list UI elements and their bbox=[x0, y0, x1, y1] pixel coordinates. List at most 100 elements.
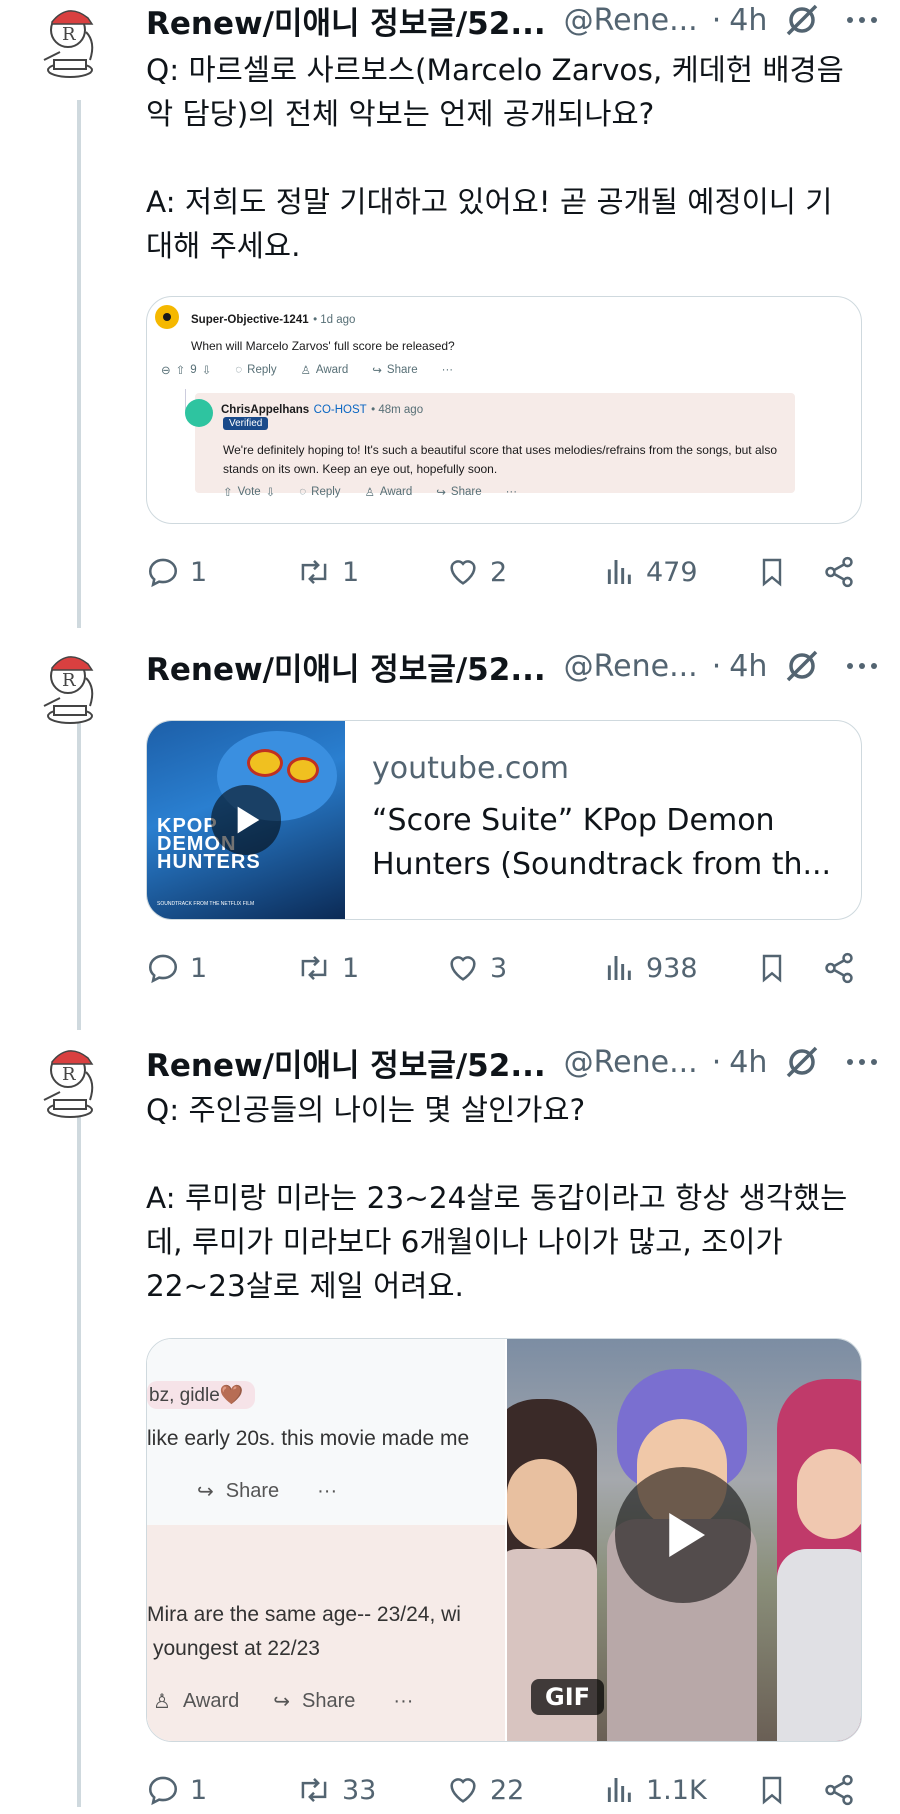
grok-icon[interactable] bbox=[784, 2, 820, 38]
reply-icon bbox=[148, 558, 178, 588]
repost-icon bbox=[301, 956, 327, 980]
views-icon bbox=[607, 1778, 631, 1802]
award-icon: ♙ bbox=[300, 365, 311, 377]
upvote-icon: ⇧ bbox=[223, 487, 233, 499]
link-card[interactable]: KPOP DEMON HUNTERS SOUNDTRACK FROM THE N… bbox=[146, 720, 862, 920]
downvote-icon: ⇩ bbox=[265, 487, 276, 499]
reddit-op-actions: ⊖ ⇧ 9 ⇩ ◌ Reply ♙ Award ↪ Share ··· bbox=[161, 364, 454, 377]
share-label: Share bbox=[225, 1480, 280, 1502]
share-icon: ↪ bbox=[197, 1481, 214, 1503]
reply-icon bbox=[148, 954, 178, 984]
share-icon: ↪ bbox=[372, 365, 382, 377]
comment-text: Mira are the same age-- 23/24, wi bbox=[147, 1603, 461, 1626]
bookmark-icon bbox=[762, 1776, 782, 1805]
media-grid: bz, gidle🤎 like early 20s. this movie ma… bbox=[146, 1338, 862, 1742]
views-icon bbox=[607, 560, 631, 584]
grok-icon[interactable] bbox=[784, 1044, 820, 1080]
play-icon bbox=[237, 806, 260, 834]
repost-button[interactable]: 1 bbox=[296, 548, 359, 596]
comment-text: like early 20s. this movie made me bbox=[147, 1427, 470, 1450]
play-button[interactable] bbox=[211, 785, 281, 855]
reddit-flair: CO-HOST bbox=[313, 404, 367, 416]
reddit-op-time: • 1d ago bbox=[313, 314, 356, 326]
repost-button[interactable]: 1 bbox=[296, 944, 359, 992]
thread-line bbox=[77, 710, 81, 1030]
more-icon[interactable] bbox=[844, 2, 880, 38]
award-label: Award bbox=[182, 1690, 240, 1712]
verified-badge: Verified bbox=[223, 417, 269, 430]
separator: · bbox=[711, 2, 722, 38]
share-icon: ↪ bbox=[273, 1691, 291, 1713]
handle[interactable]: @Rene... bbox=[564, 649, 698, 684]
avatar[interactable]: R bbox=[30, 1042, 116, 1128]
share-icon bbox=[825, 556, 853, 588]
handle[interactable]: @Rene... bbox=[564, 1045, 698, 1080]
share-button[interactable] bbox=[822, 944, 856, 992]
award-icon: ♙ bbox=[153, 1691, 171, 1713]
thread-line bbox=[77, 100, 81, 628]
display-name[interactable]: Renew/미애니 정보글/52... bbox=[146, 644, 546, 689]
collapse-icon: ⊖ bbox=[161, 365, 171, 377]
reddit-avatar bbox=[155, 305, 179, 329]
reddit-screenshot-card[interactable]: Super-Objective-1241 • 1d ago When will … bbox=[146, 296, 862, 524]
svg-text:R: R bbox=[62, 24, 76, 45]
media-image[interactable]: bz, gidle🤎 like early 20s. this movie ma… bbox=[147, 1339, 505, 1741]
views-button[interactable]: 479 bbox=[604, 548, 698, 596]
separator: · bbox=[711, 648, 722, 684]
svg-text:R: R bbox=[62, 670, 76, 691]
timestamp[interactable]: 4h bbox=[729, 649, 767, 684]
tweet-actions: 1 1 2 479 bbox=[146, 548, 860, 596]
tweet-actions: 1 1 3 938 bbox=[146, 944, 860, 992]
svg-text:R: R bbox=[62, 1064, 76, 1085]
heart-icon bbox=[450, 956, 476, 981]
comment-icon: ◌ bbox=[235, 364, 243, 376]
more-icon[interactable] bbox=[844, 648, 880, 684]
downvote-icon: ⇩ bbox=[201, 365, 212, 377]
separator: · bbox=[711, 1044, 722, 1080]
handle[interactable]: @Rene... bbox=[564, 3, 698, 38]
more-icon[interactable] bbox=[844, 1044, 880, 1080]
link-thumbnail: KPOP DEMON HUNTERS SOUNDTRACK FROM THE N… bbox=[147, 721, 345, 919]
upvote-icon: ⇧ bbox=[175, 365, 186, 377]
timestamp[interactable]: 4h bbox=[729, 1045, 767, 1080]
gif-badge: GIF bbox=[531, 1679, 605, 1715]
more-label: ··· bbox=[317, 1480, 338, 1502]
bookmark-icon bbox=[762, 954, 782, 983]
display-name[interactable]: Renew/미애니 정보글/52... bbox=[146, 0, 546, 43]
like-button[interactable]: 3 bbox=[446, 944, 507, 992]
share-icon bbox=[825, 1774, 853, 1806]
play-icon bbox=[669, 1513, 705, 1557]
thumb-caption: SOUNDTRACK FROM THE NETFLIX FILM bbox=[157, 901, 255, 907]
play-button[interactable] bbox=[615, 1467, 751, 1603]
views-icon bbox=[607, 956, 631, 980]
avatar[interactable]: R bbox=[30, 2, 116, 88]
like-button[interactable]: 2 bbox=[446, 548, 507, 596]
share-label: Share bbox=[302, 1690, 356, 1712]
avatar[interactable]: R bbox=[30, 648, 116, 734]
tweet-text: Q: 마르셀로 사르보스(Marcelo Zarvos, 케데헌 배경음 악 담… bbox=[146, 53, 844, 263]
link-title: “Score Suite” KPop Demon Hunters (Soundt… bbox=[372, 803, 832, 882]
display-name[interactable]: Renew/미애니 정보글/52... bbox=[146, 1040, 546, 1085]
reply-icon bbox=[148, 1776, 178, 1806]
comment-icon: ◌ bbox=[299, 486, 307, 498]
tweet-text: Q: 주인공들의 나이는 몇 살인가요? A: 루미랑 미라는 23~24살로 … bbox=[146, 1093, 848, 1303]
thread-line bbox=[77, 1105, 81, 1807]
comment-text: youngest at 22/23 bbox=[153, 1637, 320, 1660]
reply-button[interactable]: 1 bbox=[146, 944, 207, 992]
reply-button[interactable]: 1 bbox=[146, 548, 207, 596]
media-gif[interactable]: GIF bbox=[507, 1339, 861, 1741]
bookmark-button[interactable] bbox=[756, 548, 788, 596]
more-label: ··· bbox=[393, 1690, 414, 1712]
bookmark-button[interactable] bbox=[756, 944, 788, 992]
grok-icon[interactable] bbox=[784, 648, 820, 684]
reddit-reply-actions: ⇧ Vote ⇩ ◌ Reply ♙ Award ↪ Share ··· bbox=[223, 486, 518, 499]
repost-icon bbox=[301, 560, 327, 584]
timestamp[interactable]: 4h bbox=[729, 3, 767, 38]
share-icon bbox=[825, 952, 853, 984]
views-button[interactable]: 938 bbox=[604, 944, 698, 992]
thumb-logo-line: HUNTERS bbox=[157, 851, 261, 873]
bookmark-icon bbox=[762, 558, 782, 587]
reddit-reply-user: ChrisAppelhans bbox=[221, 404, 310, 416]
share-button[interactable] bbox=[822, 548, 856, 596]
heart-icon bbox=[450, 1778, 476, 1803]
